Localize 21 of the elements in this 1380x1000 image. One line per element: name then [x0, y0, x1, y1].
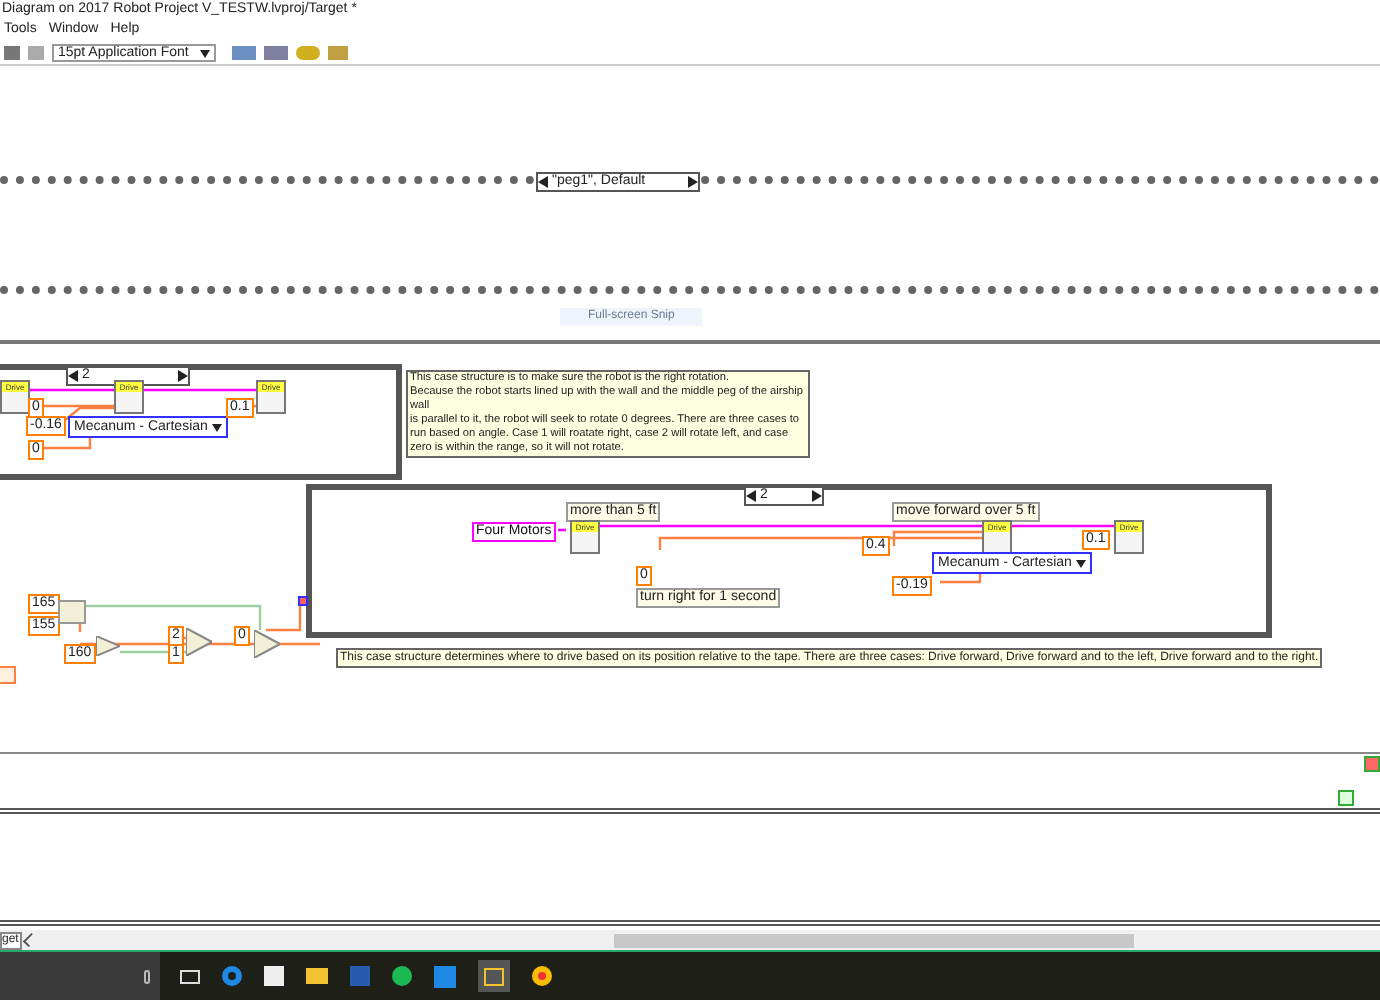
decrement-arrow-icon[interactable] [746, 490, 756, 502]
caret-icon[interactable] [211, 421, 222, 433]
decrement-arrow-icon[interactable] [538, 176, 548, 188]
caret-icon[interactable] [1075, 557, 1086, 569]
select-node [254, 630, 280, 658]
increment-arrow-icon[interactable] [812, 490, 822, 502]
caret-icon[interactable] [200, 47, 211, 59]
terminal-icon [1364, 756, 1380, 772]
terminal-icon [1338, 790, 1354, 806]
increment-arrow-icon[interactable] [688, 176, 698, 188]
select-node [186, 628, 212, 656]
scrollbar[interactable] [614, 933, 1135, 947]
microphone-icon[interactable] [144, 969, 150, 983]
task-view-icon[interactable] [180, 969, 200, 983]
decrement-arrow-icon[interactable] [68, 370, 78, 382]
browser-icon[interactable] [222, 966, 242, 986]
increment-arrow-icon[interactable] [178, 370, 188, 382]
scroll-left-icon[interactable] [23, 932, 38, 948]
greater-than-node [96, 636, 120, 656]
music-app-icon[interactable] [392, 966, 412, 986]
compare-node [58, 600, 86, 624]
